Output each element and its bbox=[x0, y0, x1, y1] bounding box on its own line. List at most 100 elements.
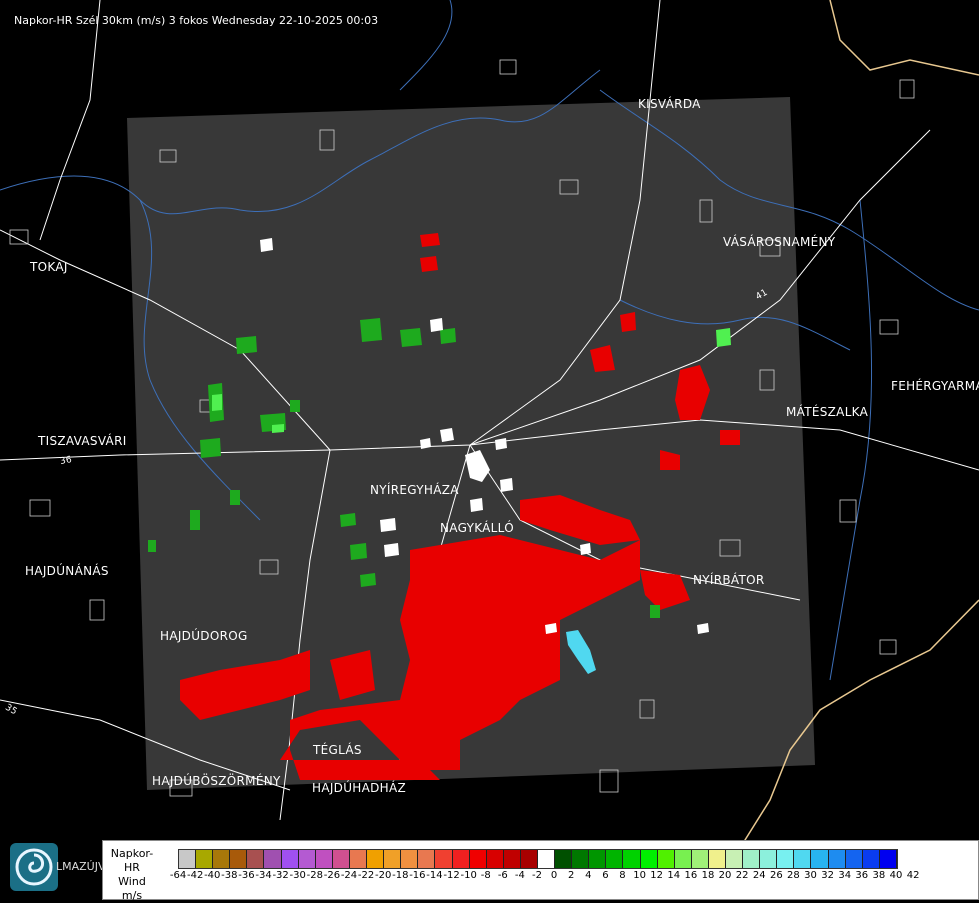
legend-swatch bbox=[777, 850, 795, 868]
legend-tick-label: -40 bbox=[204, 870, 221, 881]
legend-swatch bbox=[384, 850, 402, 868]
city-label-hajduhadhaz: HAJDÚHADHÁZ bbox=[312, 781, 407, 795]
legend-unit: m/s bbox=[121, 889, 143, 902]
legend-tick-label: 24 bbox=[752, 870, 766, 881]
legend-tick-label: 40 bbox=[889, 870, 903, 881]
legend-swatch bbox=[332, 850, 350, 868]
legend-swatch bbox=[503, 850, 521, 868]
legend-tick-label: -32 bbox=[272, 870, 289, 881]
map-title: Napkor-HR Szél 30km (m/s) 3 fokos Wednes… bbox=[14, 14, 379, 27]
legend-swatch bbox=[486, 850, 504, 868]
legend-tick-label: 2 bbox=[568, 870, 575, 881]
legend-swatch bbox=[674, 850, 692, 868]
legend-swatch bbox=[862, 850, 880, 868]
color-legend: Napkor-HR Wind m/s -64 -42 -40 -38 -36 -34 -32… bbox=[102, 840, 979, 903]
legend-tick-label: 8 bbox=[619, 870, 626, 881]
legend-tick-label: 34 bbox=[838, 870, 852, 881]
legend-tick-label: -6 bbox=[497, 870, 508, 881]
legend-tick-label: 6 bbox=[602, 870, 609, 881]
legend-tick-label: 30 bbox=[804, 870, 817, 881]
legend-ticks: -64 -42 -40 -38 -36 -34 -32 -30 -28 -26 -24 -22 -20-… bbox=[170, 870, 930, 881]
legend-swatch bbox=[640, 850, 658, 868]
legend-tick-label: -22 bbox=[357, 870, 375, 881]
legend-tick-label: 18 bbox=[701, 870, 715, 881]
legend-swatch bbox=[726, 850, 744, 868]
city-label-tiszavasvari: TISZAVASVÁRI bbox=[38, 434, 127, 448]
legend-tick-label: -12 bbox=[443, 870, 460, 881]
legend-swatch bbox=[401, 850, 419, 868]
legend-swatch bbox=[418, 850, 436, 868]
legend-swatch bbox=[743, 850, 761, 868]
legend-swatch bbox=[469, 850, 487, 868]
legend-swatch bbox=[708, 850, 726, 868]
legend-source: Napkor-HR bbox=[110, 847, 154, 874]
legend-label: Napkor-HR Wind m/s bbox=[107, 847, 157, 903]
legend-tick-label: -16 bbox=[409, 870, 426, 881]
city-label-hajdudorog: HAJDÚDOROG bbox=[160, 629, 248, 643]
legend-swatch bbox=[828, 850, 846, 868]
legend-tick-label: 36 bbox=[855, 870, 869, 881]
legend-swatch bbox=[845, 850, 863, 868]
legend-swatch bbox=[213, 850, 231, 868]
legend-swatch bbox=[537, 850, 556, 868]
legend-swatch bbox=[452, 850, 470, 868]
legend-tick-label: 42 bbox=[906, 870, 920, 881]
legend-swatch bbox=[264, 850, 282, 868]
legend-swatch bbox=[555, 850, 573, 868]
city-label-vasarosnameny: VÁSÁROSNAMÉNY bbox=[723, 235, 836, 249]
legend-swatch bbox=[606, 850, 624, 868]
legend-swatch bbox=[691, 850, 709, 868]
legend-tick-label: 14 bbox=[667, 870, 681, 881]
city-label-teglas: TÉGLÁS bbox=[313, 743, 362, 757]
legend-tick-label: -24 bbox=[340, 870, 358, 881]
legend-tick-label: -36 bbox=[238, 870, 255, 881]
legend-tick-label: -28 bbox=[306, 870, 323, 881]
city-label-nagykallo: NAGYKÁLLÓ bbox=[440, 521, 514, 535]
legend-swatch bbox=[247, 850, 265, 868]
legend-swatches bbox=[178, 849, 898, 869]
legend-tick-label: 10 bbox=[633, 870, 646, 881]
legend-tick-label: -10 bbox=[460, 870, 477, 881]
legend-tick-label: -42 bbox=[186, 870, 204, 881]
city-label-mateszalka: MÁTÉSZALKA bbox=[786, 405, 869, 419]
legend-tick-label: 0 bbox=[550, 870, 558, 881]
swirl-icon bbox=[15, 848, 53, 886]
legend-tick-label: -20 bbox=[375, 870, 392, 881]
legend-swatch bbox=[230, 850, 248, 868]
legend-swatch bbox=[179, 850, 197, 868]
road-number: 36 bbox=[59, 455, 73, 467]
city-label-fehergyarmat: FEHÉRGYARMAT bbox=[891, 379, 979, 393]
legend-swatch bbox=[520, 850, 538, 868]
legend-swatch bbox=[196, 850, 214, 868]
city-label-hajdunanas: HAJDÚNÁNÁS bbox=[25, 564, 109, 578]
legend-swatch bbox=[572, 850, 590, 868]
legend-tick-label: -4 bbox=[514, 870, 525, 881]
legend-tick-label: 16 bbox=[684, 870, 698, 881]
legend-swatch bbox=[315, 850, 333, 868]
city-label-nyirbator: NYÍRBÁTOR bbox=[693, 573, 765, 587]
legend-tick-label: -14 bbox=[426, 870, 443, 881]
legend-tick-label: -18 bbox=[392, 870, 409, 881]
legend-swatch bbox=[589, 850, 607, 868]
legend-tick-label: 32 bbox=[821, 870, 834, 881]
legend-variable: Wind bbox=[118, 875, 146, 888]
legend-tick-label: -30 bbox=[289, 870, 306, 881]
legend-swatch bbox=[367, 850, 385, 868]
legend-tick-label: 4 bbox=[585, 870, 592, 881]
city-label-nyiregyhaza: NYÍREGYHÁZA bbox=[370, 483, 459, 497]
legend-swatch bbox=[298, 850, 316, 868]
city-label-tokaj: TOKAJ bbox=[30, 260, 68, 274]
legend-tick-label: 12 bbox=[650, 870, 664, 881]
legend-swatch bbox=[281, 850, 299, 868]
legend-tick-label: -2 bbox=[532, 870, 542, 881]
legend-swatch bbox=[435, 850, 453, 868]
legend-tick-label: 38 bbox=[872, 870, 886, 881]
legend-tick-label: 26 bbox=[769, 870, 783, 881]
legend-tick-label: -38 bbox=[221, 870, 238, 881]
napkor-logo bbox=[10, 843, 58, 891]
legend-tick-label: -8 bbox=[480, 870, 491, 881]
legend-swatch bbox=[879, 850, 897, 868]
legend-tick-label: -64 bbox=[169, 870, 187, 881]
legend-swatch bbox=[794, 850, 812, 868]
legend-tick-label: 28 bbox=[787, 870, 800, 881]
